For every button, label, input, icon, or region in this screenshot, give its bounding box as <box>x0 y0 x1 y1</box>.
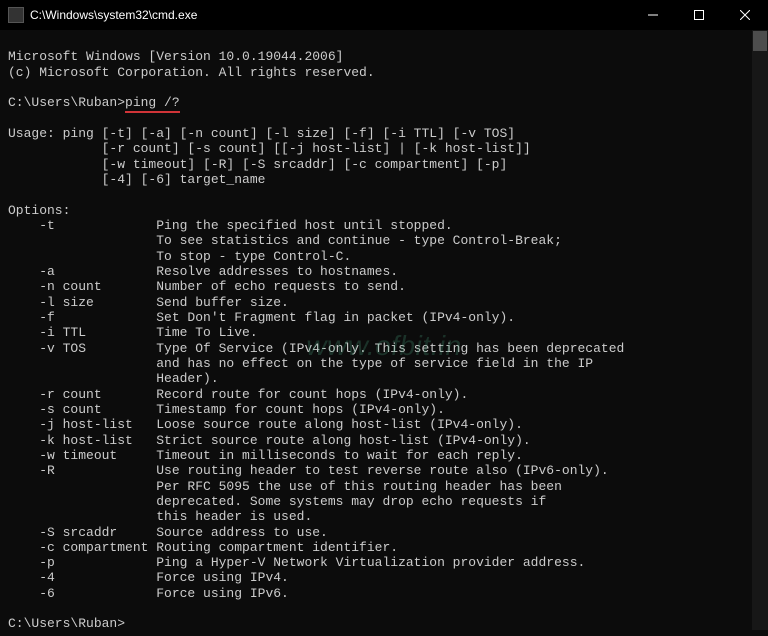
cmd-icon <box>8 7 24 23</box>
console-output[interactable]: Microsoft Windows [Version 10.0.19044.20… <box>0 30 768 636</box>
close-button[interactable] <box>722 0 768 30</box>
usage-line1: Usage: ping [-t] [-a] [-n count] [-l siz… <box>8 126 515 141</box>
options-block: -t Ping the specified host until stopped… <box>8 218 760 601</box>
prompt2: C:\Users\Ruban> <box>8 616 125 631</box>
scrollbar-thumb[interactable] <box>753 31 767 51</box>
usage-line4: [-4] [-6] target_name <box>8 172 265 187</box>
options-label: Options: <box>8 203 70 218</box>
window-controls <box>630 0 768 30</box>
scrollbar-track[interactable] <box>752 30 768 630</box>
prompt-command: ping /? <box>125 95 180 113</box>
usage-line2: [-r count] [-s count] [[-j host-list] | … <box>8 141 531 156</box>
prompt-prefix: C:\Users\Ruban> <box>8 95 125 110</box>
window-title: C:\Windows\system32\cmd.exe <box>30 8 630 22</box>
titlebar: C:\Windows\system32\cmd.exe <box>0 0 768 30</box>
header-line2: (c) Microsoft Corporation. All rights re… <box>8 65 375 80</box>
minimize-button[interactable] <box>630 0 676 30</box>
maximize-button[interactable] <box>676 0 722 30</box>
header-line1: Microsoft Windows [Version 10.0.19044.20… <box>8 49 343 64</box>
usage-line3: [-w timeout] [-R] [-S srcaddr] [-c compa… <box>8 157 507 172</box>
